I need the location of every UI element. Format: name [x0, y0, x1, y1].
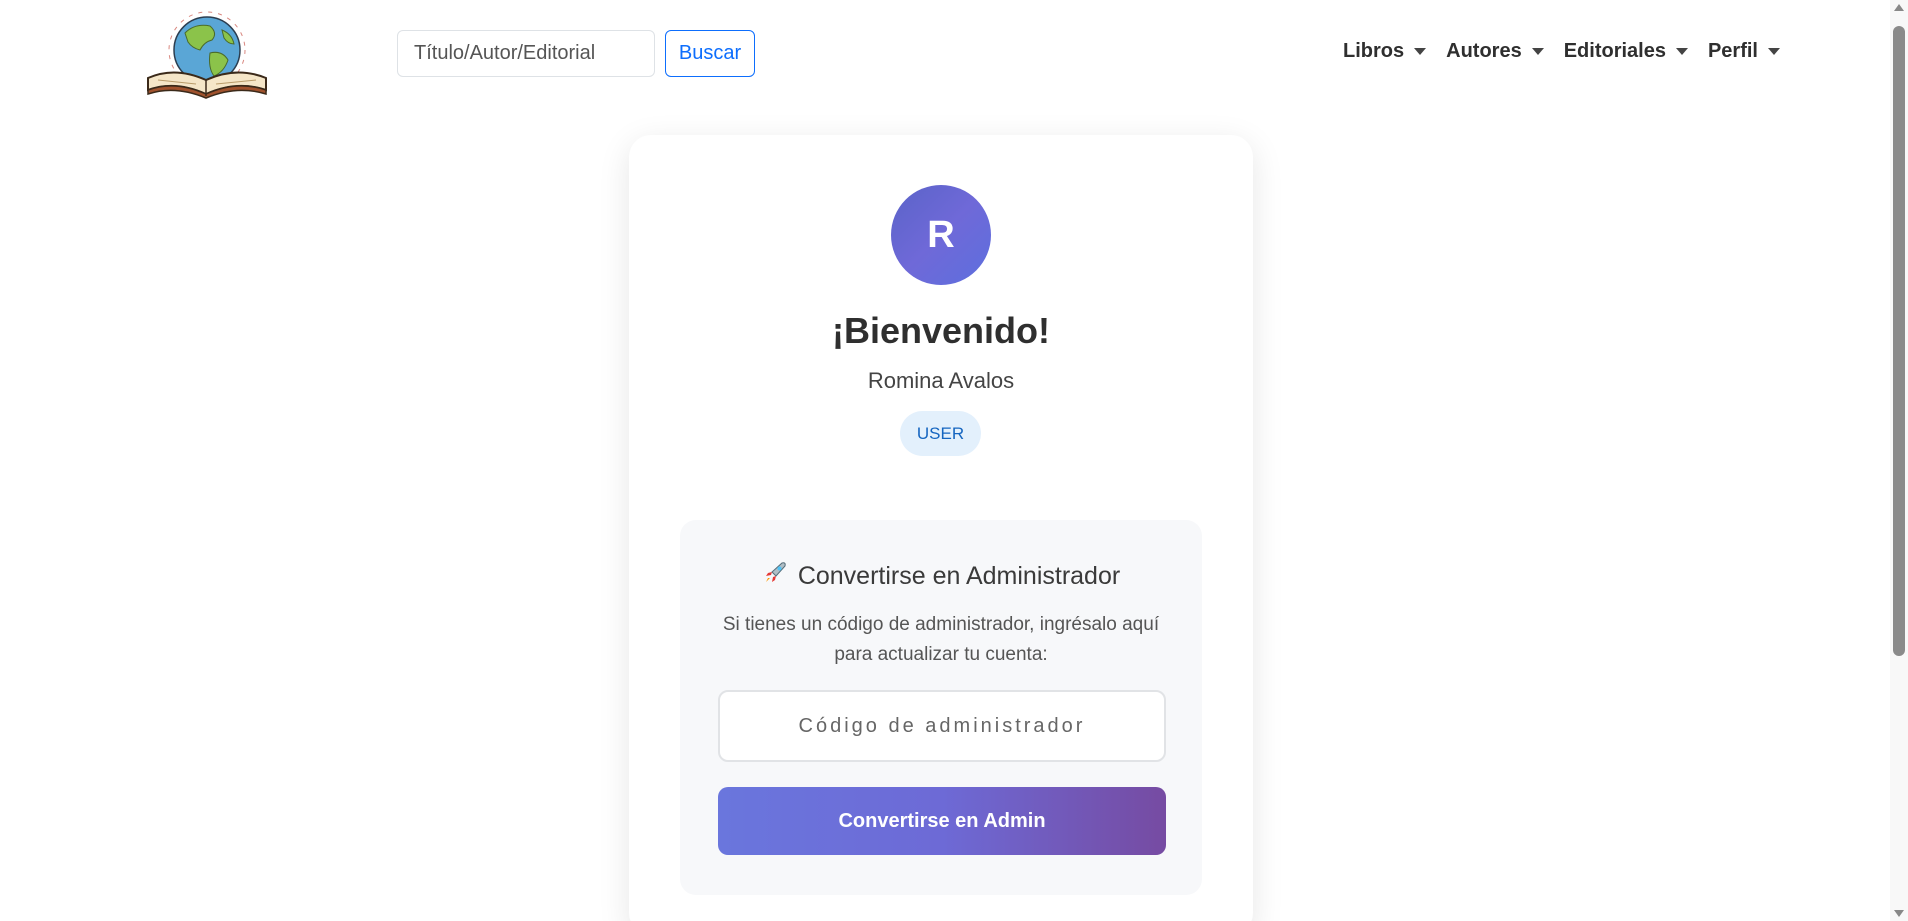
admin-upgrade-title-text: Convertirse en Administrador — [797, 562, 1121, 590]
avatar-initial: R — [927, 213, 955, 256]
navbar: Buscar Libros Autores Editoriales Perfil — [0, 0, 1890, 108]
nav-item-label: Libros — [1343, 40, 1405, 62]
main-nav: Libros Autores Editoriales Perfil — [1343, 40, 1800, 63]
rocket-icon — [762, 560, 788, 593]
caret-down-icon — [1531, 48, 1544, 55]
profile-card: R ¡Bienvenido! Romina Avalos USER Conver… — [629, 135, 1253, 921]
role-badge-label: USER — [916, 423, 965, 443]
admin-upgrade-section: Convertirse en Administrador Si tienes u… — [680, 520, 1202, 895]
search-button[interactable]: Buscar — [665, 30, 755, 77]
caret-down-icon — [1414, 48, 1427, 55]
scroll-thumb[interactable] — [1893, 26, 1905, 656]
globe-book-logo-icon — [147, 11, 267, 99]
avatar: R — [891, 185, 991, 285]
nav-item-editoriales[interactable]: Editoriales — [1564, 40, 1688, 63]
scroll-up-arrow-icon[interactable] — [1894, 4, 1904, 11]
admin-upgrade-description: Si tienes un código de administrador, in… — [722, 614, 1160, 665]
nav-item-label: Perfil — [1707, 40, 1758, 62]
search-input[interactable] — [397, 30, 655, 77]
become-admin-button[interactable]: Convertirse en Admin — [718, 787, 1166, 855]
nav-item-label: Autores — [1446, 40, 1522, 62]
user-name: Romina Avalos — [867, 368, 1015, 393]
caret-down-icon — [1675, 48, 1688, 55]
nav-item-label: Editoriales — [1563, 40, 1666, 62]
welcome-heading: ¡Bienvenido! — [831, 310, 1050, 351]
nav-item-autores[interactable]: Autores — [1446, 40, 1544, 63]
role-badge: USER — [900, 411, 981, 456]
nav-item-perfil[interactable]: Perfil — [1708, 40, 1780, 63]
admin-code-input[interactable] — [718, 690, 1166, 762]
caret-down-icon — [1768, 48, 1780, 55]
scroll-down-arrow-icon[interactable] — [1894, 910, 1904, 917]
logo[interactable] — [140, 8, 274, 100]
page: Buscar Libros Autores Editoriales Perfil… — [0, 0, 1908, 921]
admin-upgrade-title: Convertirse en Administrador — [680, 560, 1202, 593]
nav-item-libros[interactable]: Libros — [1343, 40, 1427, 63]
page-scrollbar[interactable] — [1890, 0, 1908, 921]
